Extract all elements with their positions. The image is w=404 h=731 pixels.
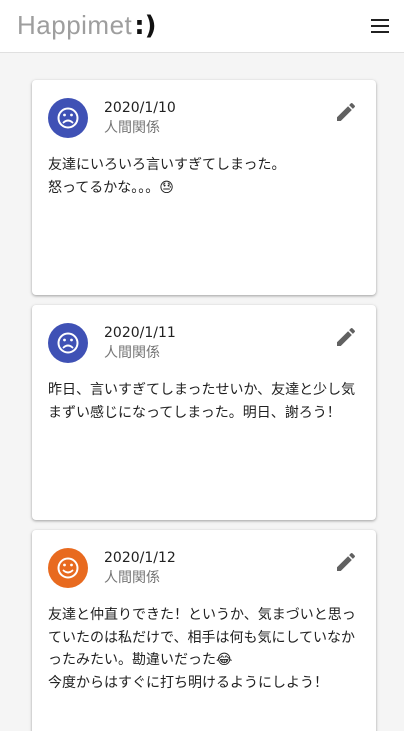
entry-category: 人間関係 [104, 345, 160, 361]
entry-text: 友達と仲直りできた！というか、気まづいと思っていたのは私だけで、相手は何も気にし… [48, 607, 356, 691]
pencil-icon[interactable] [334, 100, 358, 124]
entry-category: 人間関係 [104, 570, 160, 586]
pencil-icon[interactable] [334, 325, 358, 349]
entry-date: 2020/1/12 [104, 550, 176, 566]
sad-face-icon [48, 98, 88, 138]
happy-face-icon [48, 548, 88, 588]
diary-entry-card[interactable]: 2020/1/12 人間関係 友達と仲直りできた！というか、気まづいと思っていた… [32, 530, 376, 731]
sad-face-icon [48, 323, 88, 363]
entry-text: 昨日、言いすぎてしまったせいか、友達と少し気まずい感じになってしまった。明日、謝… [48, 382, 356, 421]
pencil-icon[interactable] [334, 550, 358, 574]
brand-name: Happimet [17, 10, 133, 40]
entry-category: 人間関係 [104, 120, 160, 136]
app-bar: Happimet:) [0, 0, 404, 53]
menu-icon[interactable] [368, 14, 392, 38]
entry-date: 2020/1/10 [104, 100, 176, 116]
brand-emoticon: :) [134, 11, 157, 41]
app-logo[interactable]: Happimet:) [17, 9, 157, 42]
diary-entry-card[interactable]: 2020/1/11 人間関係 昨日、言いすぎてしまったせいか、友達と少し気まずい… [32, 305, 376, 520]
diary-entry-card[interactable]: 2020/1/10 人間関係 友達にいろいろ言いすぎてしまった。 怒ってるかな。… [32, 80, 376, 295]
entry-text: 友達にいろいろ言いすぎてしまった。 怒ってるかな。。。😓 [48, 157, 286, 196]
diary-list: 2020/1/10 人間関係 友達にいろいろ言いすぎてしまった。 怒ってるかな。… [0, 53, 404, 731]
entry-date: 2020/1/11 [104, 325, 176, 341]
